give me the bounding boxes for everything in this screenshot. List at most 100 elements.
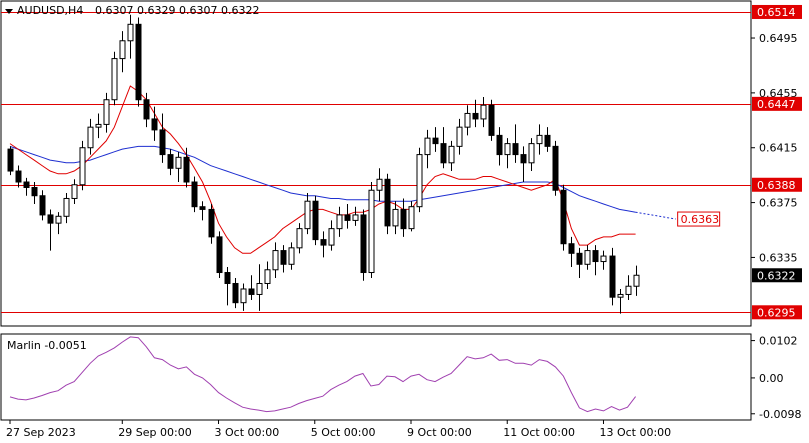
x-tick-label: 11 Oct 00:00 [503, 426, 575, 439]
bull-candle [55, 215, 62, 224]
bear-candle [544, 134, 551, 147]
ma-target-label: 0.6363 [681, 213, 720, 226]
bear-candle [280, 250, 287, 265]
bear-candle [576, 252, 583, 265]
x-tick-label: 27 Sep 2023 [6, 426, 76, 439]
bear-candle [47, 214, 54, 224]
marlin-tick-label: 0.00 [759, 372, 784, 385]
y-tick-label: 0.6415 [759, 142, 798, 155]
current-price-label: 0.6322 [757, 269, 796, 282]
bull-candle [536, 134, 543, 145]
bull-candle [95, 123, 102, 128]
bear-candle [199, 206, 206, 210]
bull-candle [272, 250, 279, 271]
bear-candle [143, 99, 150, 120]
bull-candle [119, 40, 126, 60]
bear-candle [159, 129, 166, 156]
x-tick-label: 13 Oct 00:00 [599, 426, 671, 439]
bull-candle [504, 143, 511, 156]
level-label: 0.6514 [757, 6, 796, 19]
bear-candle [496, 134, 503, 156]
bear-candle [312, 200, 319, 241]
bear-candle [191, 181, 198, 208]
ohlc-values: 0.6307 0.6329 0.6307 0.6322 [95, 4, 259, 17]
bear-candle [400, 208, 407, 230]
bear-candle [512, 143, 519, 156]
bull-candle [633, 274, 640, 287]
bull-candle [63, 197, 70, 217]
bull-candle [528, 143, 535, 164]
bull-candle [416, 154, 423, 208]
bull-candle [296, 228, 303, 249]
bull-candle [240, 288, 247, 304]
bear-candle [592, 250, 599, 263]
bear-candle [488, 104, 495, 136]
level-label: 0.6295 [757, 306, 796, 319]
bear-candle [384, 178, 391, 227]
level-label: 0.6388 [757, 179, 796, 192]
bull-candle [480, 104, 487, 120]
bull-candle [584, 250, 591, 265]
marlin-label: Marlin -0.0051 [7, 339, 87, 352]
bull-candle [288, 247, 295, 265]
bull-candle [352, 214, 359, 221]
bear-candle [472, 112, 479, 120]
marlin-tick-label: -0.0098 [759, 408, 801, 421]
bear-candle [23, 181, 30, 188]
bear-candle [560, 189, 567, 245]
bull-candle [625, 285, 632, 295]
bull-candle [87, 126, 94, 149]
bull-candle [448, 145, 455, 164]
bull-candle [336, 214, 343, 230]
bear-candle [31, 186, 38, 197]
bull-candle [71, 184, 78, 199]
x-tick-label: 5 Oct 00:00 [311, 426, 376, 439]
bear-candle [216, 236, 223, 274]
level-label: 0.6447 [757, 98, 796, 111]
bear-candle [7, 148, 14, 172]
bull-candle [424, 137, 431, 156]
bull-candle [376, 178, 383, 191]
bear-candle [183, 156, 190, 183]
bear-candle [344, 214, 351, 221]
bear-candle [248, 288, 255, 295]
bear-candle [360, 214, 367, 274]
marlin-tick-label: 0.0102 [759, 335, 798, 348]
bull-candle [79, 147, 86, 186]
bear-candle [15, 170, 22, 183]
bull-candle [127, 23, 134, 42]
x-tick-label: 9 Oct 00:00 [407, 426, 472, 439]
bear-candle [552, 145, 559, 191]
bull-candle [328, 228, 335, 246]
bull-candle [617, 293, 624, 298]
y-tick-label: 0.6375 [759, 197, 798, 210]
bear-candle [151, 118, 158, 131]
bull-candle [111, 58, 118, 101]
bear-candle [224, 272, 231, 284]
bear-candle [609, 255, 616, 298]
bear-candle [39, 195, 46, 216]
bull-candle [103, 99, 110, 125]
symbol-label: AUDUSD,H4 [17, 4, 83, 17]
bull-candle [368, 189, 375, 274]
x-tick-label: 3 Oct 00:00 [215, 426, 280, 439]
x-tick-label: 29 Sep 00:00 [118, 426, 191, 439]
y-tick-label: 0.6495 [759, 32, 798, 45]
bear-candle [232, 282, 239, 304]
bull-candle [264, 269, 271, 284]
bull-candle [600, 255, 607, 263]
bear-candle [167, 154, 174, 169]
bear-candle [320, 239, 327, 246]
bear-candle [135, 23, 142, 101]
bear-candle [568, 243, 575, 254]
bear-candle [432, 137, 439, 145]
bull-candle [464, 112, 471, 128]
bull-candle [304, 200, 311, 230]
bull-candle [175, 156, 182, 169]
chart-canvas: 0.64950.64550.64150.63750.63350.65140.64… [0, 0, 802, 439]
bear-candle [208, 208, 215, 238]
y-tick-label: 0.6335 [759, 251, 798, 264]
marlin-panel-frame [0, 333, 752, 421]
bull-candle [256, 282, 263, 295]
bull-candle [456, 126, 463, 147]
